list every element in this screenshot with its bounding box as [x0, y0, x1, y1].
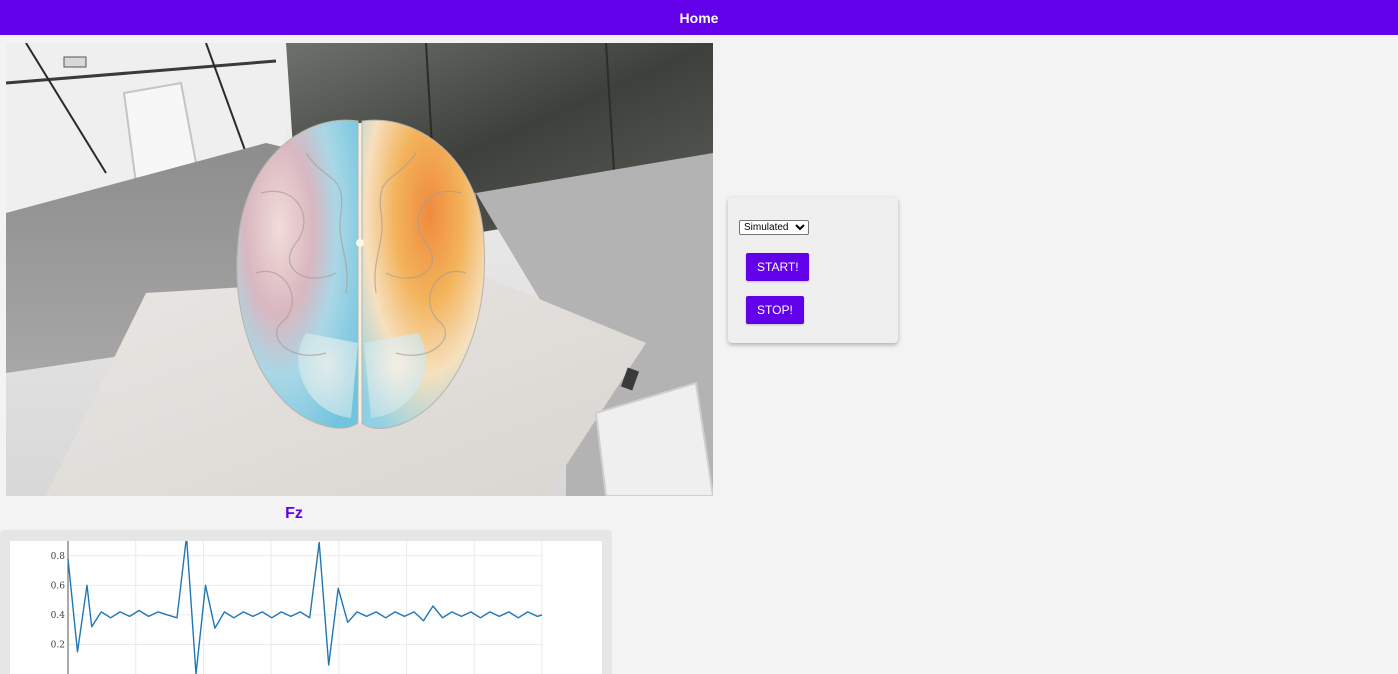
ar-scene — [6, 43, 713, 496]
y-tick-label: 0.6 — [51, 581, 66, 591]
top-app-bar: Home — [0, 0, 1398, 35]
eeg-chart-svg: 0.2 0.4 0.6 0.8 — [51, 541, 543, 674]
data-source-select[interactable]: Simulated — [739, 220, 809, 235]
brain-model-icon — [236, 119, 485, 429]
channel-title: Fz — [285, 505, 303, 522]
home-link[interactable]: Home — [680, 10, 719, 26]
y-tick-label: 0.8 — [51, 552, 66, 562]
fz-signal-line — [67, 541, 543, 674]
chart-panel: 0.2 0.4 0.6 0.8 — [0, 530, 612, 674]
brain-3d-viewer[interactable] — [6, 43, 713, 496]
stop-button[interactable]: STOP! — [746, 296, 804, 324]
y-tick-label: 0.2 — [51, 640, 65, 650]
start-button[interactable]: START! — [746, 253, 809, 281]
control-panel: Simulated START! STOP! — [728, 197, 898, 343]
y-tick-label: 0.4 — [51, 611, 66, 621]
eeg-chart[interactable]: 0.2 0.4 0.6 0.8 — [10, 541, 602, 674]
